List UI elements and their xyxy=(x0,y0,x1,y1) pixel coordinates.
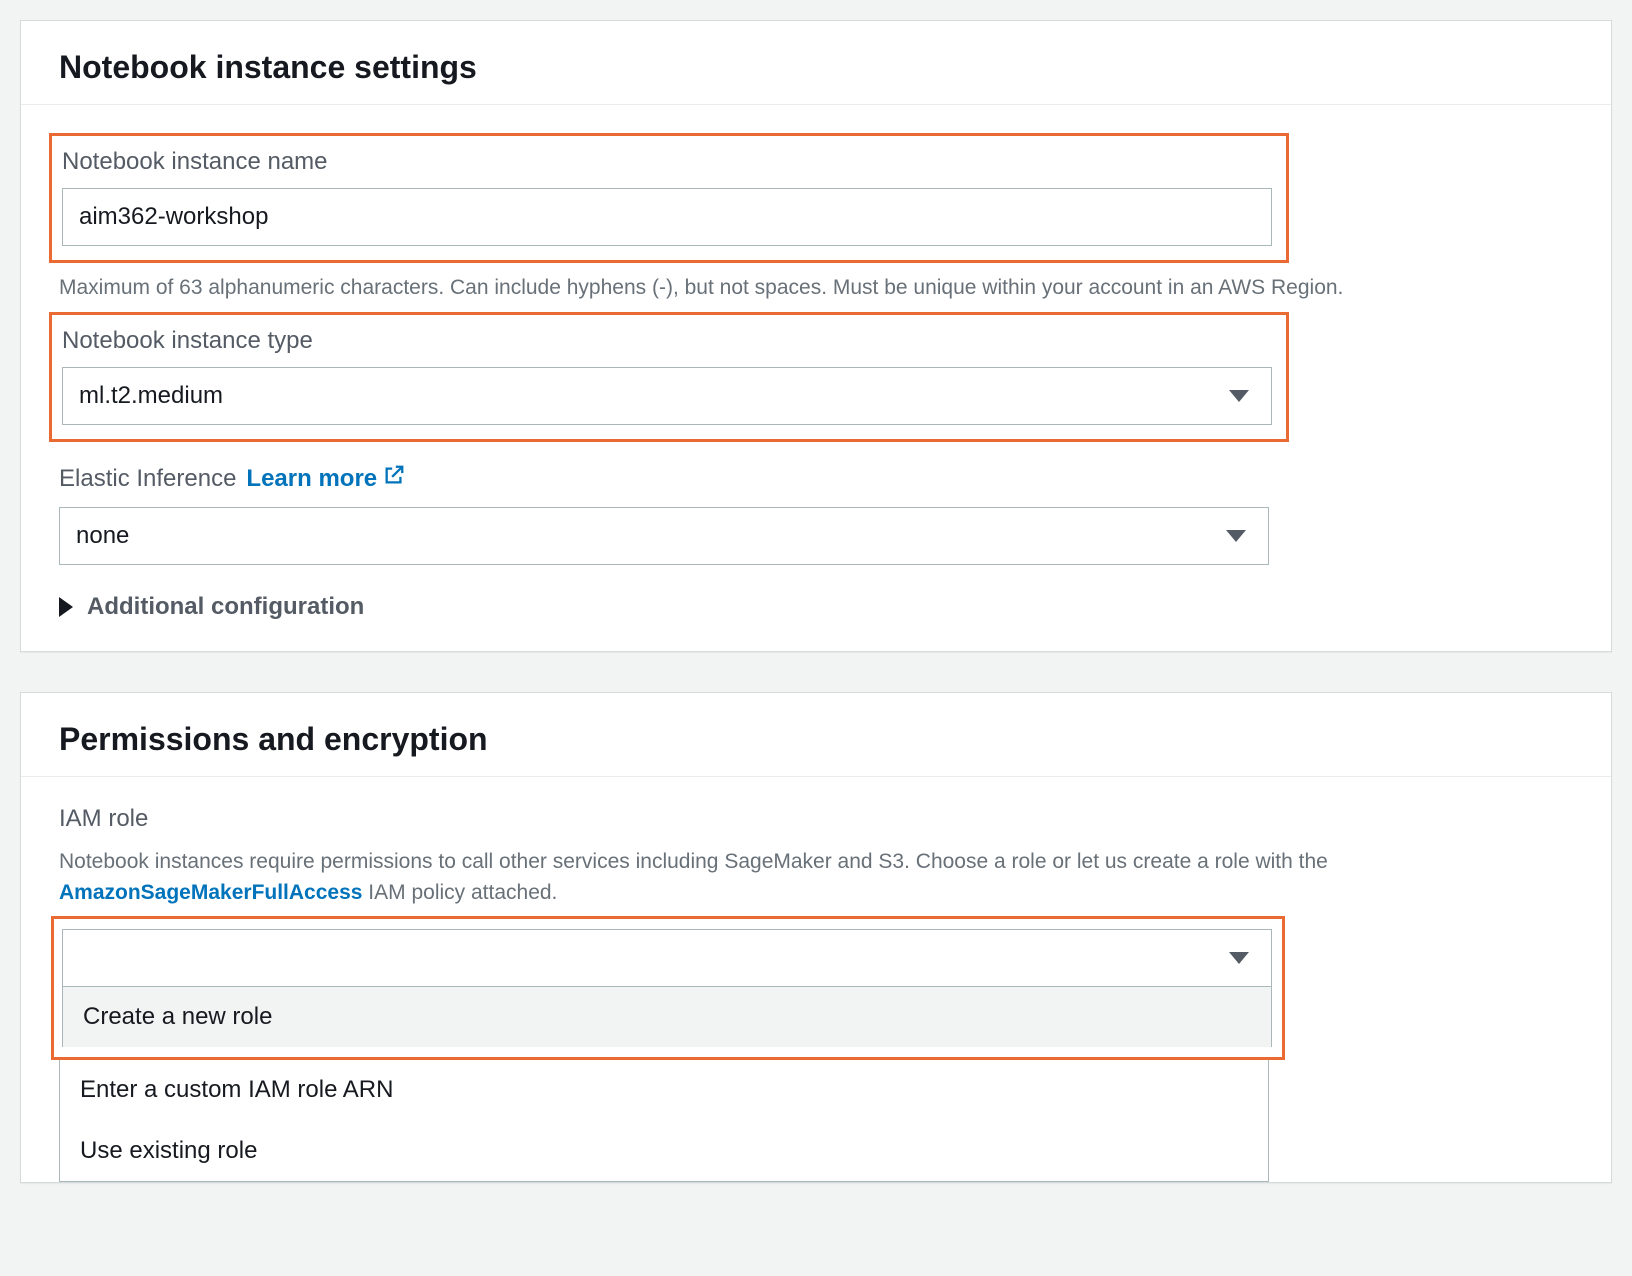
permissions-panel: Permissions and encryption IAM role Note… xyxy=(20,692,1612,1183)
iam-role-dropdown-container: Create a new role xyxy=(62,929,1272,1047)
instance-name-hint: Maximum of 63 alphanumeric characters. C… xyxy=(59,273,1573,302)
iam-role-label: IAM role xyxy=(59,805,1573,833)
additional-config-toggle[interactable]: Additional configuration xyxy=(59,593,1573,621)
iam-role-description: Notebook instances require permissions t… xyxy=(59,847,1573,908)
iam-role-option-existing[interactable]: Use existing role xyxy=(60,1120,1268,1181)
instance-name-label: Notebook instance name xyxy=(62,148,1276,176)
iam-role-select[interactable] xyxy=(62,929,1272,987)
elastic-inference-select-wrap: none xyxy=(59,507,1269,565)
instance-type-select-wrap: ml.t2.medium xyxy=(62,367,1272,425)
instance-type-label: Notebook instance type xyxy=(62,327,1276,355)
additional-config-label: Additional configuration xyxy=(87,593,364,621)
instance-type-value: ml.t2.medium xyxy=(79,382,223,409)
instance-type-select[interactable]: ml.t2.medium xyxy=(62,367,1272,425)
panel-body: IAM role Notebook instances require perm… xyxy=(21,777,1611,1182)
chevron-down-icon xyxy=(1226,530,1246,542)
learn-more-link[interactable]: Learn more xyxy=(246,464,405,493)
iam-desc-pre: Notebook instances require permissions t… xyxy=(59,850,1328,873)
iam-role-option-create[interactable]: Create a new role xyxy=(63,987,1271,1047)
external-link-icon xyxy=(383,464,405,493)
notebook-settings-panel: Notebook instance settings Notebook inst… xyxy=(20,20,1612,652)
chevron-down-icon xyxy=(1229,390,1249,402)
chevron-down-icon xyxy=(1229,952,1249,964)
panel-header: Permissions and encryption xyxy=(21,693,1611,777)
iam-role-dropdown-rest: Enter a custom IAM role ARN Use existing… xyxy=(59,1060,1269,1182)
instance-name-input[interactable]: aim362-workshop xyxy=(62,188,1272,246)
elastic-inference-label: Elastic Inference xyxy=(59,465,236,493)
iam-desc-post: IAM policy attached. xyxy=(362,881,557,904)
panel-title-settings: Notebook instance settings xyxy=(59,49,1573,86)
iam-role-dropdown-partial: Create a new role xyxy=(62,987,1272,1047)
iam-role-dropdown-list-rest: Enter a custom IAM role ARN Use existing… xyxy=(59,1060,1269,1182)
instance-type-highlight: Notebook instance type ml.t2.medium xyxy=(49,312,1289,442)
panel-title-permissions: Permissions and encryption xyxy=(59,721,1573,758)
elastic-inference-group: Elastic Inference Learn more none xyxy=(59,464,1573,565)
instance-name-highlight: Notebook instance name aim362-workshop xyxy=(49,133,1289,263)
panel-body: Notebook instance name aim362-workshop M… xyxy=(21,105,1611,651)
elastic-inference-value: none xyxy=(76,522,129,549)
chevron-right-icon xyxy=(59,597,73,617)
iam-role-highlight: Create a new role xyxy=(51,916,1285,1060)
elastic-inference-label-row: Elastic Inference Learn more xyxy=(59,464,1573,493)
learn-more-text: Learn more xyxy=(246,465,377,493)
panel-header: Notebook instance settings xyxy=(21,21,1611,105)
iam-role-option-custom[interactable]: Enter a custom IAM role ARN xyxy=(60,1060,1268,1120)
elastic-inference-select[interactable]: none xyxy=(59,507,1269,565)
policy-link[interactable]: AmazonSageMakerFullAccess xyxy=(59,881,362,904)
